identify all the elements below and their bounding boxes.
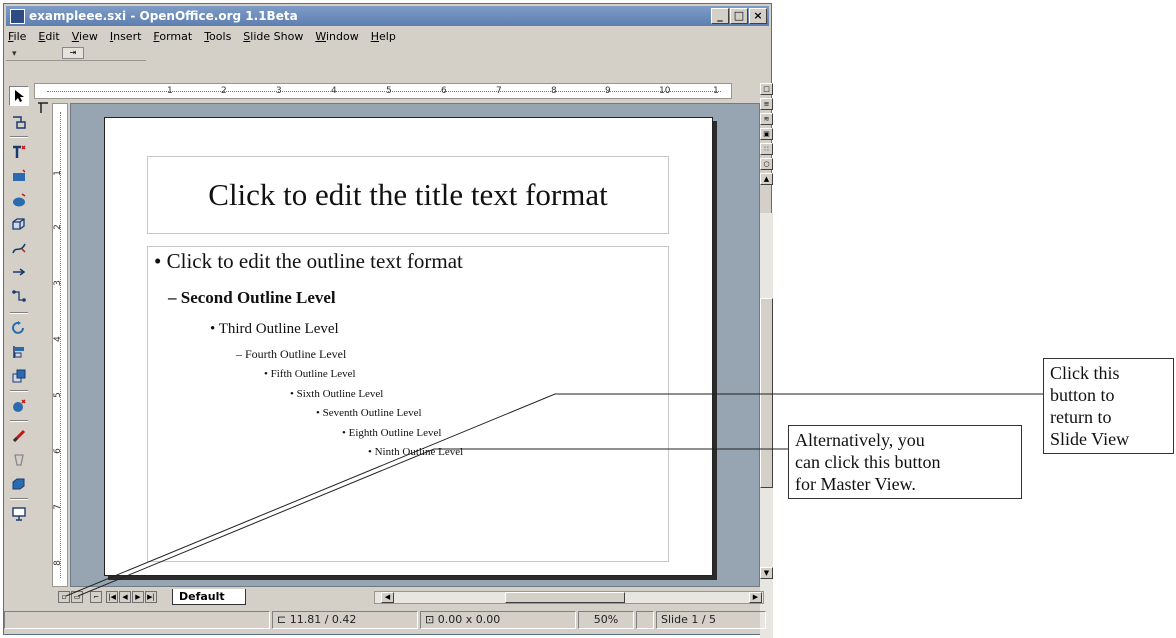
callout-line: Click this [1050,363,1120,383]
callout-line: button to [1050,385,1115,405]
callout-line: Slide View [1050,429,1130,449]
callout-line: for Master View. [795,474,916,494]
callout-slide-view: Click this button to return to Slide Vie… [1043,358,1174,454]
callout-leader-lines [65,393,1043,597]
callout-line: Alternatively, you [795,430,925,450]
callout-line: can click this button [795,452,941,472]
callout-master-view: Alternatively, you can click this button… [788,425,1022,499]
callout-line: return to [1050,407,1112,427]
